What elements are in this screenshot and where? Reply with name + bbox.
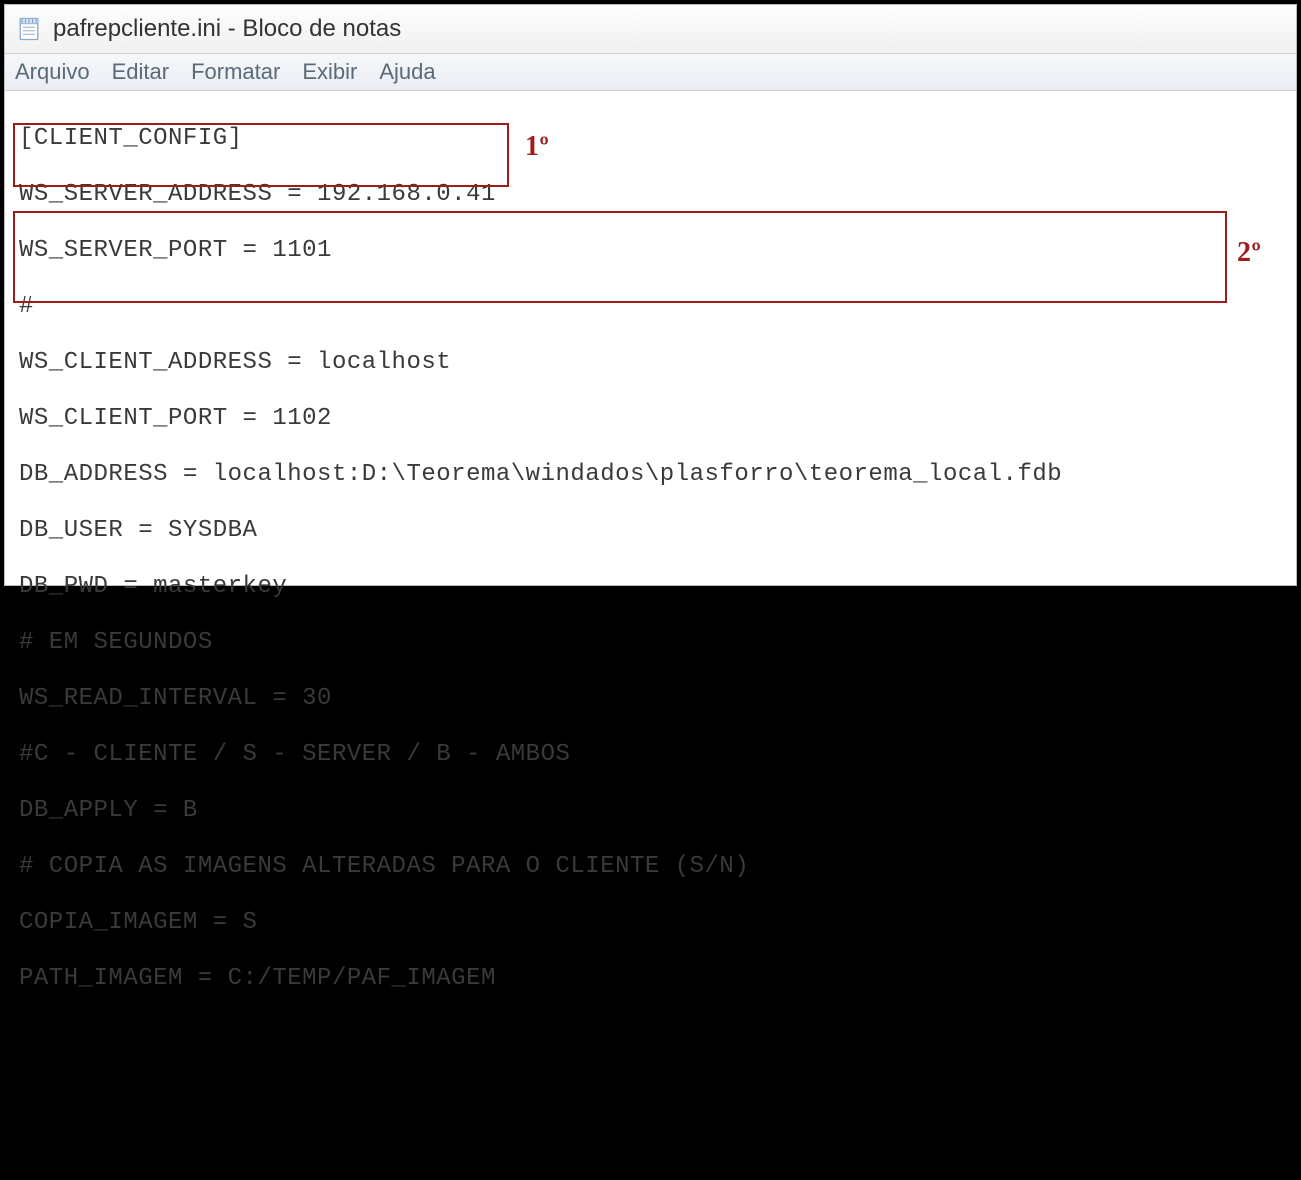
ini-line: WS_CLIENT_PORT = 1102 <box>19 405 1286 433</box>
ini-line: [CLIENT_CONFIG] <box>19 125 1286 153</box>
menu-arquivo[interactable]: Arquivo <box>15 59 90 85</box>
ini-line: PATH_IMAGEM = C:/TEMP/PAF_IMAGEM <box>19 965 1286 993</box>
menu-ajuda[interactable]: Ajuda <box>379 59 435 85</box>
notepad-icon <box>15 15 43 43</box>
text-area[interactable]: [CLIENT_CONFIG] WS_SERVER_ADDRESS = 192.… <box>5 91 1296 1180</box>
ini-line: COPIA_IMAGEM = S <box>19 909 1286 937</box>
ini-line: WS_CLIENT_ADDRESS = localhost <box>19 349 1286 377</box>
ini-line: # EM SEGUNDOS <box>19 629 1286 657</box>
ini-line: #C - CLIENTE / S - SERVER / B - AMBOS <box>19 741 1286 769</box>
ini-line: DB_USER = SYSDBA <box>19 517 1286 545</box>
ini-line: WS_SERVER_PORT = 1101 <box>19 237 1286 265</box>
menu-exibir[interactable]: Exibir <box>302 59 357 85</box>
titlebar: pafrepcliente.ini - Bloco de notas <box>5 5 1296 54</box>
ini-line: # COPIA AS IMAGENS ALTERADAS PARA O CLIE… <box>19 853 1286 881</box>
menu-formatar[interactable]: Formatar <box>191 59 280 85</box>
ini-line: WS_READ_INTERVAL = 30 <box>19 685 1286 713</box>
menubar: Arquivo Editar Formatar Exibir Ajuda <box>5 54 1296 91</box>
outer-border: pafrepcliente.ini - Bloco de notas Arqui… <box>0 0 1301 590</box>
ini-line: DB_PWD = masterkey <box>19 573 1286 601</box>
ini-line: # <box>19 293 1286 321</box>
menu-editar[interactable]: Editar <box>112 59 169 85</box>
notepad-window: pafrepcliente.ini - Bloco de notas Arqui… <box>4 4 1297 586</box>
ini-line: DB_APPLY = B <box>19 797 1286 825</box>
window-title: pafrepcliente.ini - Bloco de notas <box>53 15 401 43</box>
ini-line: WS_SERVER_ADDRESS = 192.168.0.41 <box>19 181 1286 209</box>
ini-line: DB_ADDRESS = localhost:D:\Teorema\windad… <box>19 461 1286 489</box>
